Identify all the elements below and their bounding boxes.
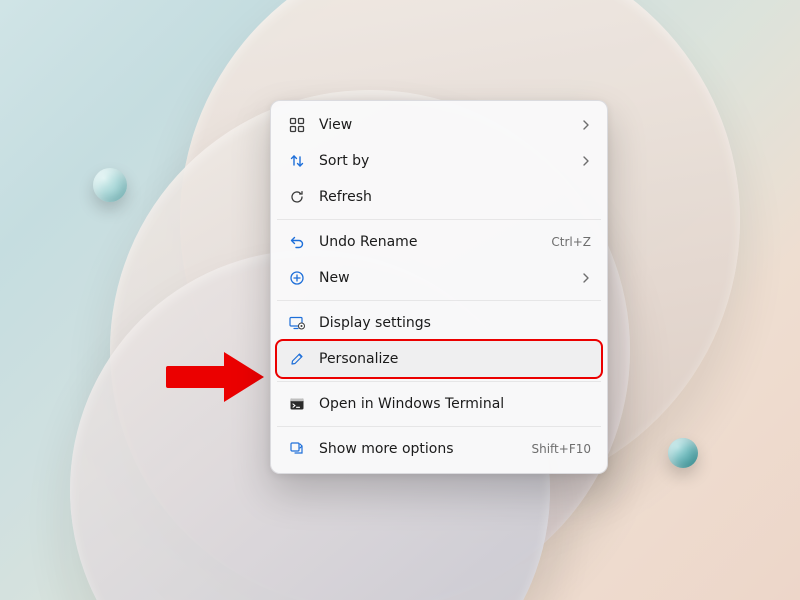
desktop-context-menu: View Sort by Refresh bbox=[270, 100, 608, 474]
menu-group: Display settings Personalize bbox=[277, 300, 601, 377]
menu-item-label: Open in Windows Terminal bbox=[319, 396, 591, 412]
menu-item-label: Personalize bbox=[319, 351, 591, 367]
menu-item-personalize[interactable]: Personalize bbox=[277, 341, 601, 377]
menu-item-view[interactable]: View bbox=[277, 107, 601, 143]
menu-group: Undo Rename Ctrl+Z New bbox=[277, 219, 601, 296]
menu-item-new[interactable]: New bbox=[277, 260, 601, 296]
menu-item-display-settings[interactable]: Display settings bbox=[277, 305, 601, 341]
view-icon bbox=[287, 115, 307, 135]
menu-item-label: Display settings bbox=[319, 315, 591, 331]
terminal-icon bbox=[287, 394, 307, 414]
menu-item-shortcut: Shift+F10 bbox=[531, 442, 591, 456]
menu-item-label: Sort by bbox=[319, 153, 573, 169]
menu-item-label: View bbox=[319, 117, 573, 133]
undo-icon bbox=[287, 232, 307, 252]
menu-item-label: Show more options bbox=[319, 441, 523, 457]
chevron-right-icon bbox=[581, 120, 591, 130]
menu-group: Show more options Shift+F10 bbox=[277, 426, 601, 467]
wallpaper-shape bbox=[93, 168, 127, 202]
personalize-icon bbox=[287, 349, 307, 369]
menu-item-show-more-options[interactable]: Show more options Shift+F10 bbox=[277, 431, 601, 467]
refresh-icon bbox=[287, 187, 307, 207]
menu-item-label: New bbox=[319, 270, 573, 286]
menu-item-undo[interactable]: Undo Rename Ctrl+Z bbox=[277, 224, 601, 260]
sort-icon bbox=[287, 151, 307, 171]
wallpaper-shape bbox=[668, 438, 698, 468]
menu-item-refresh[interactable]: Refresh bbox=[277, 179, 601, 215]
menu-item-sort-by[interactable]: Sort by bbox=[277, 143, 601, 179]
menu-group: View Sort by Refresh bbox=[277, 107, 601, 215]
menu-item-label: Undo Rename bbox=[319, 234, 543, 250]
chevron-right-icon bbox=[581, 273, 591, 283]
show-more-icon bbox=[287, 439, 307, 459]
plus-circle-icon bbox=[287, 268, 307, 288]
menu-group: Open in Windows Terminal bbox=[277, 381, 601, 422]
display-settings-icon bbox=[287, 313, 307, 333]
menu-item-shortcut: Ctrl+Z bbox=[551, 235, 591, 249]
chevron-right-icon bbox=[581, 156, 591, 166]
menu-item-open-terminal[interactable]: Open in Windows Terminal bbox=[277, 386, 601, 422]
menu-item-label: Refresh bbox=[319, 189, 591, 205]
